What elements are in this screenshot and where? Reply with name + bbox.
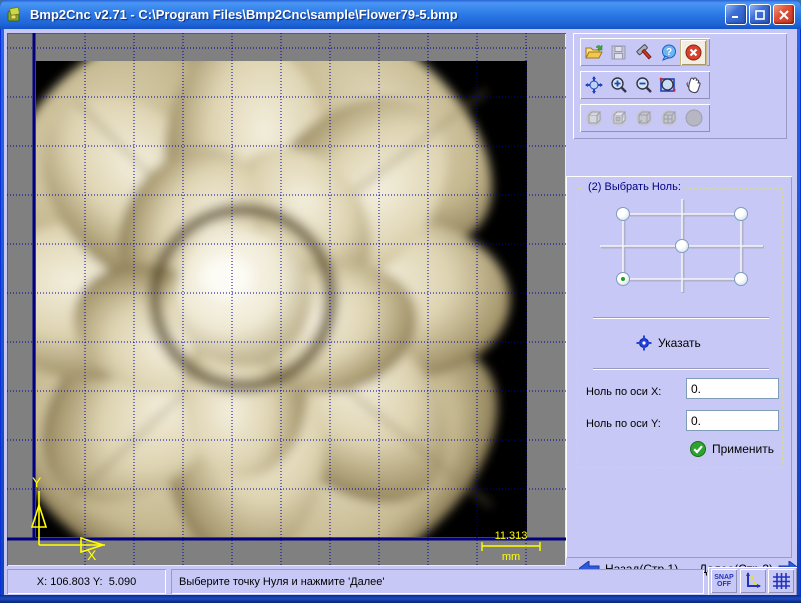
separator <box>593 368 769 370</box>
window-bottom-border <box>0 595 801 603</box>
zero-x-input[interactable] <box>686 378 779 399</box>
zero-point-top-left[interactable] <box>616 207 630 221</box>
axis-x-label: X <box>87 547 97 563</box>
toolbar-3d-row <box>580 104 710 132</box>
indicate-crosshair-icon <box>636 335 652 351</box>
toolbar-file-row: ? <box>580 38 710 66</box>
help-icon: ? <box>661 44 676 61</box>
zero-point-top-right[interactable] <box>734 207 748 221</box>
snap-toolbar: SNAP OFF y x <box>708 567 797 596</box>
minimize-button[interactable] <box>725 4 747 25</box>
show-grid-button[interactable] <box>768 569 794 593</box>
pan-hand-button[interactable] <box>681 73 706 98</box>
zoom-in-button[interactable] <box>606 73 631 98</box>
svg-text:x: x <box>753 580 757 587</box>
view3d-cube1-button[interactable] <box>581 106 606 131</box>
select-zero-groupbox: (2) Выбрать Ноль: Указать Ноль по оси X:… <box>577 181 783 468</box>
pan-view-button[interactable] <box>581 73 606 98</box>
separator <box>593 317 769 319</box>
drawing-canvas[interactable]: Y X 11.313 mm <box>7 33 566 566</box>
exit-icon <box>685 44 702 60</box>
view3d-cube3-button[interactable] <box>631 106 656 131</box>
pan-crosshair-icon <box>584 76 603 94</box>
hand-icon <box>686 77 701 94</box>
title-bar: Bmp2Cnc v2.71 - C:\Program Files\Bmp2Cnc… <box>0 0 801 29</box>
zero-y-input[interactable] <box>686 410 779 431</box>
snap-label-line2: OFF <box>717 581 731 588</box>
tools-button[interactable] <box>631 40 656 65</box>
view3d-sphere-button[interactable] <box>681 106 706 131</box>
scale-unit: mm <box>501 551 521 563</box>
zero-point-bottom-left[interactable] <box>616 272 630 286</box>
zoom-window-button[interactable] <box>656 73 681 98</box>
open-file-button[interactable] <box>581 40 606 65</box>
apply-label: Применить <box>712 442 775 456</box>
exit-button[interactable] <box>681 39 706 65</box>
axes-icon: y x <box>746 572 761 588</box>
close-button[interactable] <box>773 4 795 25</box>
indicate-label: Указать <box>658 336 701 350</box>
save-disk-icon <box>611 45 626 59</box>
status-coordinates-panel: X: 106.803 Y: 5.090 <box>7 569 166 594</box>
axis-y-label: Y <box>32 474 42 490</box>
close-icon <box>779 9 789 20</box>
apply-check-icon <box>690 441 706 457</box>
cube-icon <box>635 110 652 126</box>
scale-ruler-icon <box>481 542 541 551</box>
cube-icon <box>660 110 677 126</box>
grid-icon <box>772 573 790 589</box>
zero-panel: (2) Выбрать Ноль: Указать Ноль по оси X:… <box>566 176 799 576</box>
status-message: Выберите точку Нуля и нажмите 'Далее' <box>179 575 385 588</box>
hammer-icon <box>635 43 652 59</box>
snap-toggle-button[interactable]: SNAP OFF <box>711 569 737 593</box>
show-axes-button[interactable]: y x <box>740 569 766 593</box>
zoom-out-button[interactable] <box>631 73 656 98</box>
help-button[interactable]: ? <box>656 40 681 65</box>
sphere-icon <box>685 109 702 127</box>
zero-point-center[interactable] <box>675 239 689 253</box>
client-area: Y X 11.313 mm ? (2) Выбрать Ноль: Указат… <box>4 29 799 596</box>
cube-icon <box>610 110 627 126</box>
view3d-cube2-button[interactable] <box>606 106 631 131</box>
indicate-button[interactable]: Указать <box>636 335 701 351</box>
toolbar-view-row <box>580 71 710 99</box>
origin-axes-marker: Y X <box>30 474 106 563</box>
svg-text:?: ? <box>665 47 671 58</box>
zoom-in-icon <box>610 77 627 93</box>
maximize-icon <box>755 9 765 20</box>
zoom-window-icon <box>659 77 676 92</box>
save-file-button[interactable] <box>606 40 631 65</box>
open-folder-icon <box>584 44 603 59</box>
cube-icon <box>585 110 602 126</box>
app-window: Bmp2Cnc v2.71 - C:\Program Files\Bmp2Cnc… <box>0 0 801 603</box>
minimize-icon <box>732 16 738 18</box>
zero-x-label: Ноль по оси X: <box>586 386 662 398</box>
flower-relief-image <box>36 61 527 537</box>
zero-y-label: Ноль по оси Y: <box>586 418 661 430</box>
snap-label-line1: SNAP <box>714 574 734 581</box>
zero-point-bottom-right[interactable] <box>734 272 748 286</box>
apply-button[interactable]: Применить <box>690 441 774 457</box>
maximize-button[interactable] <box>749 4 771 25</box>
status-message-panel: Выберите точку Нуля и нажмите 'Далее' <box>171 569 704 594</box>
zoom-out-icon <box>635 77 652 93</box>
status-coordinates: X: 106.803 Y: 5.090 <box>36 575 137 588</box>
toolbox-panel: ? <box>573 33 787 139</box>
window-title: Bmp2Cnc v2.71 - C:\Program Files\Bmp2Cnc… <box>30 7 458 22</box>
app-icon <box>7 6 21 21</box>
view3d-cube4-button[interactable] <box>656 106 681 131</box>
